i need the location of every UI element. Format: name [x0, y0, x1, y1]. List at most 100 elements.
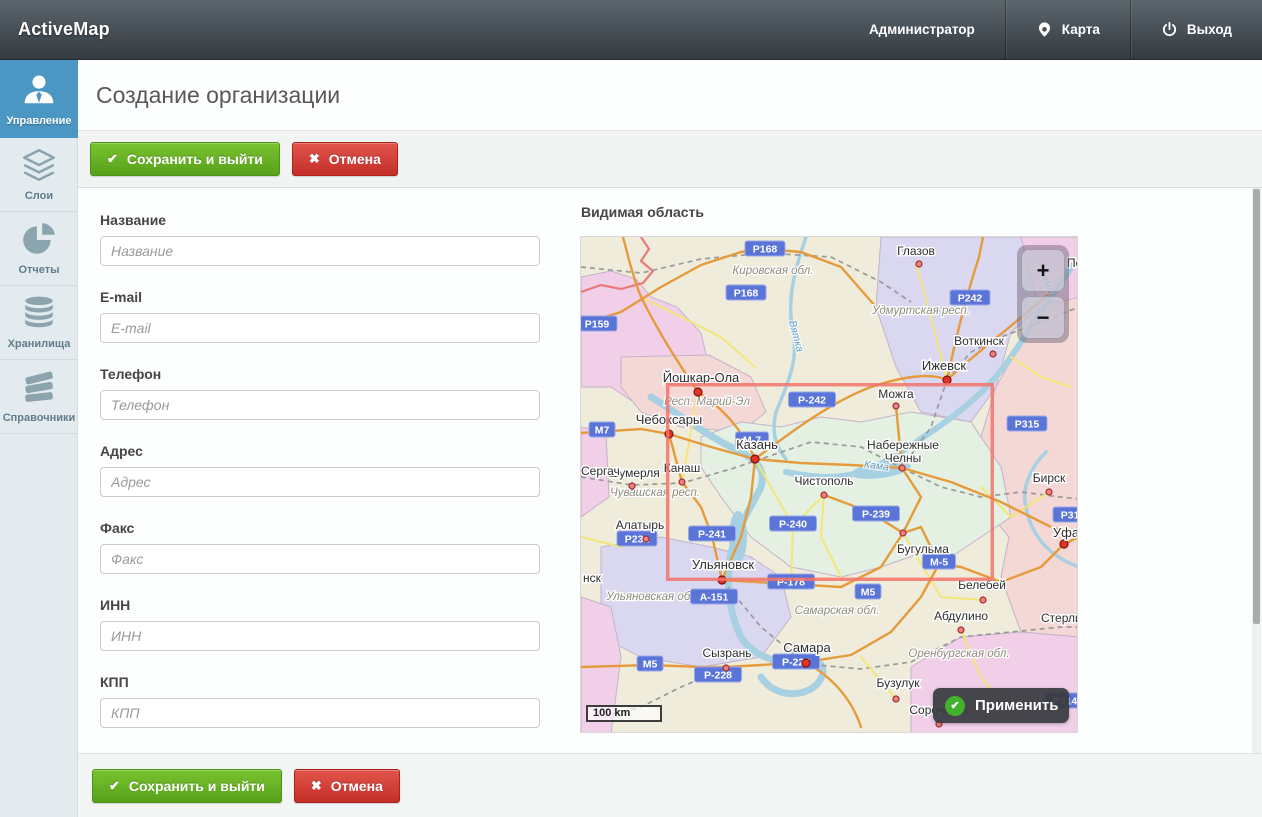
phone-label: Телефон	[100, 366, 540, 382]
page-title: Создание организации	[78, 82, 340, 109]
sidebar-item-label: Справочники	[3, 412, 76, 424]
cancel-button[interactable]: ✖ Отмена	[292, 142, 398, 176]
svg-text:Ижевск: Ижевск	[922, 358, 967, 373]
zoom-out-button[interactable]: −	[1021, 296, 1065, 339]
visible-area-label: Видимая область	[581, 204, 704, 220]
svg-text:Сергач: Сергач	[581, 464, 620, 478]
header-user-label: Администратор	[869, 22, 975, 37]
field-kpp: КПП	[100, 674, 540, 728]
field-email: E-mail	[100, 289, 540, 343]
books-icon	[20, 368, 58, 406]
check-circle-icon: ✔	[945, 696, 965, 716]
sidebar-item-dictionaries[interactable]: Справочники	[0, 360, 78, 434]
map-selection-rect[interactable]	[666, 383, 994, 581]
kpp-label: КПП	[100, 674, 540, 690]
svg-text:Ульяновская обл.: Ульяновская обл.	[605, 591, 699, 603]
svg-text:Самара: Самара	[783, 640, 831, 655]
kpp-input[interactable]	[100, 698, 540, 728]
top-header: ActiveMap Администратор Карта Выход	[0, 0, 1262, 60]
apply-button[interactable]: ✔ Применить	[933, 688, 1069, 723]
check-icon: ✔	[107, 151, 118, 167]
address-label: Адрес	[100, 443, 540, 459]
x-icon: ✖	[309, 151, 320, 167]
svg-text:Удмуртская респ.: Удмуртская респ.	[871, 305, 970, 317]
sidebar: Управление Слои Отчеты	[0, 60, 78, 817]
sidebar-item-label: Отчеты	[18, 264, 59, 276]
power-icon	[1161, 21, 1178, 38]
header-logout[interactable]: Выход	[1131, 0, 1262, 59]
svg-text:Уфа: Уфа	[1053, 525, 1078, 540]
activemap-app: ActiveMap Администратор Карта Выход	[0, 0, 1262, 817]
scrollbar-track[interactable]	[1252, 188, 1261, 753]
scrollbar-thumb[interactable]	[1253, 189, 1260, 624]
content-area: Название E-mail Телефон Адрес Факс	[78, 188, 1262, 753]
email-input[interactable]	[100, 313, 540, 343]
save-and-exit-button-bottom[interactable]: ✔ Сохранить и выйти	[92, 769, 282, 803]
main-panel: Создание организации ✔ Сохранить и выйти…	[78, 60, 1262, 817]
svg-text:Р315: Р315	[1061, 510, 1078, 522]
svg-text:Оренбургская обл.: Оренбургская обл.	[908, 648, 1009, 660]
svg-text:Бузулук: Бузулук	[877, 676, 921, 690]
svg-text:Бирск: Бирск	[1033, 471, 1066, 485]
svg-text:Р242: Р242	[958, 293, 983, 305]
check-icon: ✔	[109, 778, 120, 794]
address-input[interactable]	[100, 467, 540, 497]
layers-icon	[20, 146, 58, 184]
header-logout-label: Выход	[1187, 22, 1232, 37]
inn-input[interactable]	[100, 621, 540, 651]
svg-text:Стерлитамак: Стерлитамак	[1041, 611, 1078, 625]
save-and-exit-button[interactable]: ✔ Сохранить и выйти	[90, 142, 280, 176]
cancel-button-bottom[interactable]: ✖ Отмена	[294, 769, 400, 803]
name-label: Название	[100, 212, 540, 228]
svg-text:Абдулино: Абдулино	[934, 609, 988, 623]
svg-text:М7: М7	[595, 425, 610, 437]
header-user[interactable]: Администратор	[839, 0, 1005, 59]
email-label: E-mail	[100, 289, 540, 305]
database-icon	[20, 294, 58, 332]
field-name: Название	[100, 212, 540, 266]
svg-text:Кировская обл.: Кировская обл.	[733, 265, 814, 277]
svg-text:Сызрань: Сызрань	[702, 646, 751, 660]
top-toolbar: ✔ Сохранить и выйти ✖ Отмена	[78, 131, 1262, 188]
name-input[interactable]	[100, 236, 540, 266]
svg-text:Глазов: Глазов	[897, 244, 935, 258]
user-icon	[20, 71, 58, 109]
save-button-label: Сохранить и выйти	[129, 778, 265, 794]
fax-input[interactable]	[100, 544, 540, 574]
sidebar-item-label: Управление	[6, 115, 71, 127]
phone-input[interactable]	[100, 390, 540, 420]
sidebar-item-storages[interactable]: Хранилища	[0, 286, 78, 360]
sidebar-item-management[interactable]: Управление	[0, 60, 78, 138]
save-button-label: Сохранить и выйти	[127, 151, 263, 167]
field-fax: Факс	[100, 520, 540, 574]
app-logo: ActiveMap	[0, 19, 110, 40]
pie-chart-icon	[20, 220, 58, 258]
svg-text:Р168: Р168	[734, 288, 759, 300]
map-canvas[interactable]: КамаКамаВятка Кировская обл.Удмуртская р…	[580, 236, 1078, 733]
svg-text:М5: М5	[643, 659, 658, 671]
sidebar-item-layers[interactable]: Слои	[0, 138, 78, 212]
map-scale-bar: 100 km	[586, 705, 662, 722]
header-map-label: Карта	[1062, 22, 1100, 37]
sidebar-item-label: Хранилища	[8, 338, 71, 350]
field-inn: ИНН	[100, 597, 540, 651]
svg-text:Р315: Р315	[1015, 419, 1040, 431]
svg-text:Р168: Р168	[753, 244, 778, 256]
x-icon: ✖	[311, 778, 322, 794]
page-header: Создание организации	[78, 60, 1262, 131]
field-address: Адрес	[100, 443, 540, 497]
map-pin-icon	[1036, 21, 1053, 38]
map-zoom-control: + −	[1017, 245, 1069, 343]
svg-text:М5: М5	[861, 587, 876, 599]
zoom-in-button[interactable]: +	[1021, 249, 1065, 292]
sidebar-item-reports[interactable]: Отчеты	[0, 212, 78, 286]
bottom-toolbar: ✔ Сохранить и выйти ✖ Отмена	[78, 753, 1262, 817]
inn-label: ИНН	[100, 597, 540, 613]
cancel-button-label: Отмена	[331, 778, 383, 794]
svg-text:Р159: Р159	[585, 319, 610, 331]
svg-text:Воткинск: Воткинск	[954, 334, 1004, 348]
fax-label: Факс	[100, 520, 540, 536]
header-map-link[interactable]: Карта	[1006, 0, 1130, 59]
svg-text:Алатырь: Алатырь	[616, 518, 664, 532]
svg-text:нск: нск	[583, 571, 602, 585]
